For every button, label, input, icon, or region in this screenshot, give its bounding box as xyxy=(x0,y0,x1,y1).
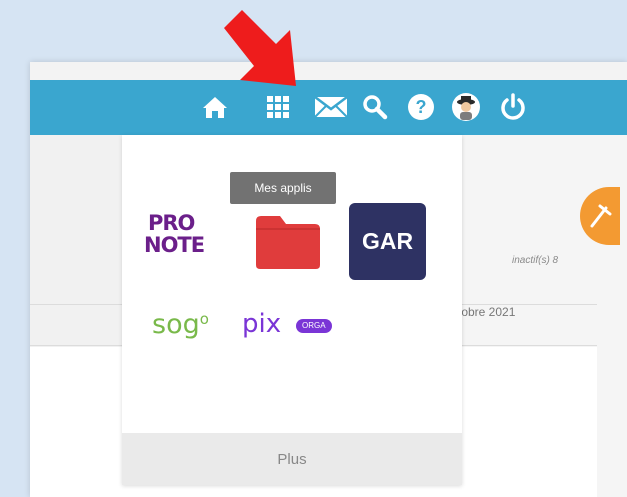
red-arrow-icon xyxy=(224,10,296,86)
inactive-count-text: inactif(s) 8 xyxy=(512,255,559,266)
pix-logo-text: pix xyxy=(242,309,282,339)
avatar[interactable] xyxy=(450,92,482,122)
gar-logo-text: GAR xyxy=(361,228,414,254)
svg-text:?: ? xyxy=(416,97,427,117)
app-gar[interactable]: GAR xyxy=(349,203,426,280)
tooltip-pointer xyxy=(275,160,289,171)
power-icon[interactable] xyxy=(498,92,528,122)
app-documents[interactable] xyxy=(254,213,322,271)
home-icon[interactable] xyxy=(200,92,230,122)
app-pix[interactable]: pix ORGA xyxy=(242,309,337,343)
more-apps-button[interactable]: Plus xyxy=(122,433,462,485)
folder-icon xyxy=(256,216,320,269)
mail-icon[interactable] xyxy=(313,92,349,122)
tools-icon xyxy=(590,204,612,228)
search-icon[interactable] xyxy=(360,92,390,122)
top-navigation-bar: ? xyxy=(30,80,627,135)
sogo-logo-text: sog xyxy=(152,309,200,340)
app-pronote[interactable]: PRO NOTE xyxy=(144,211,205,273)
apps-tooltip: Mes applis xyxy=(230,172,336,204)
pronote-logo-line2: NOTE xyxy=(144,233,205,257)
pix-orga-badge: ORGA xyxy=(296,319,332,333)
apps-grid-icon[interactable] xyxy=(263,92,293,122)
pronote-logo-line1: PRO xyxy=(148,211,195,235)
date-text: tobre 2021 xyxy=(458,305,516,319)
help-icon[interactable]: ? xyxy=(406,92,436,122)
sogo-logo-sup: o xyxy=(199,310,209,328)
app-sogo[interactable]: sogo xyxy=(152,310,226,344)
